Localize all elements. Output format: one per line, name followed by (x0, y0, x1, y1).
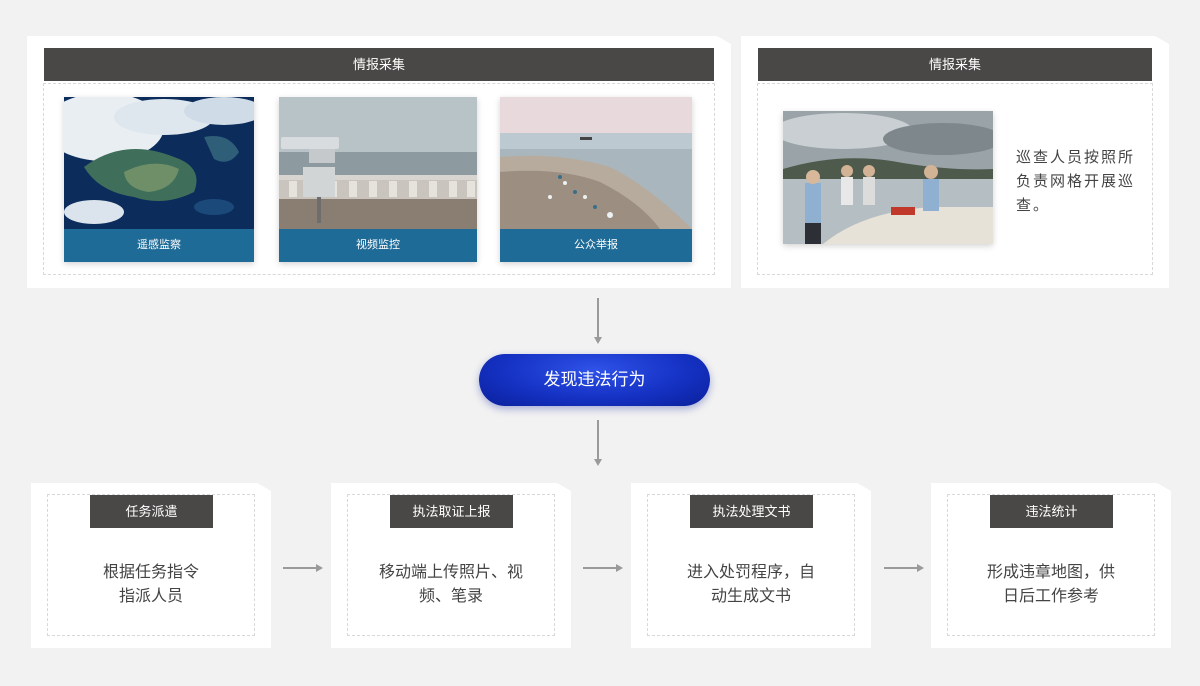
down-arrow-icon (594, 459, 602, 466)
right-arrow-line (283, 567, 317, 569)
step-text: 根据任务指令 指派人员 (31, 561, 271, 609)
down-arrow-line (597, 420, 599, 460)
photo-caption: 视频监控 (279, 229, 477, 262)
photo-caption: 遥感监察 (64, 229, 254, 262)
step-card-statistics: 违法统计 形成违章地图，供 日后工作参考 (931, 483, 1171, 648)
step-header: 执法取证上报 (390, 495, 513, 528)
patrol-photo (783, 111, 993, 244)
camera-image-icon (279, 97, 477, 229)
right-arrow-line (884, 567, 918, 569)
step-header: 任务派遣 (90, 495, 213, 528)
step-text-line: 频、笔录 (418, 588, 483, 605)
patrol-panel: 情报采集 巡查人员按照所负责网格开展巡查。 (741, 36, 1169, 288)
beach-image-icon (500, 97, 692, 229)
down-arrow-icon (594, 337, 602, 344)
step-card-dispatch: 任务派遣 根据任务指令 指派人员 (31, 483, 271, 648)
step-text-line: 形成违章地图，供 (986, 564, 1115, 581)
step-text: 移动端上传照片、视 频、笔录 (331, 561, 571, 609)
step-card-evidence: 执法取证上报 移动端上传照片、视 频、笔录 (331, 483, 571, 648)
step-header: 执法处理文书 (690, 495, 813, 528)
step-text: 形成违章地图，供 日后工作参考 (931, 561, 1171, 609)
panel-header: 情报采集 (758, 48, 1152, 81)
right-arrow-line (583, 567, 617, 569)
step-text-line: 根据任务指令 (102, 564, 199, 581)
step-text-line: 移动端上传照片、视 (378, 564, 523, 581)
step-text: 进入处罚程序，自 动生成文书 (631, 561, 871, 609)
remote-sensing-photo: 遥感监察 (64, 97, 254, 262)
step-text-line: 进入处罚程序，自 (686, 564, 815, 581)
panel-header: 情报采集 (44, 48, 714, 81)
step-card-documents: 执法处理文书 进入处罚程序，自 动生成文书 (631, 483, 871, 648)
down-arrow-line (597, 298, 599, 338)
video-monitoring-photo: 视频监控 (279, 97, 477, 262)
patrol-description: 巡查人员按照所负责网格开展巡查。 (1016, 149, 1136, 214)
detect-violation-node: 发现违法行为 (479, 354, 710, 406)
photo-caption: 公众举报 (500, 229, 692, 262)
patrol-boat-image-icon (783, 111, 993, 244)
right-arrow-icon (917, 564, 924, 572)
right-arrow-icon (316, 564, 323, 572)
step-text-line: 日后工作参考 (1002, 588, 1099, 605)
intel-collection-panel: 情报采集 遥感监察 视频监控 公众举报 (27, 36, 731, 288)
step-text-line: 动生成文书 (710, 588, 791, 605)
public-report-photo: 公众举报 (500, 97, 692, 262)
step-text-line: 指派人员 (118, 588, 183, 605)
step-header: 违法统计 (990, 495, 1113, 528)
satellite-image-icon (64, 97, 254, 229)
right-arrow-icon (616, 564, 623, 572)
